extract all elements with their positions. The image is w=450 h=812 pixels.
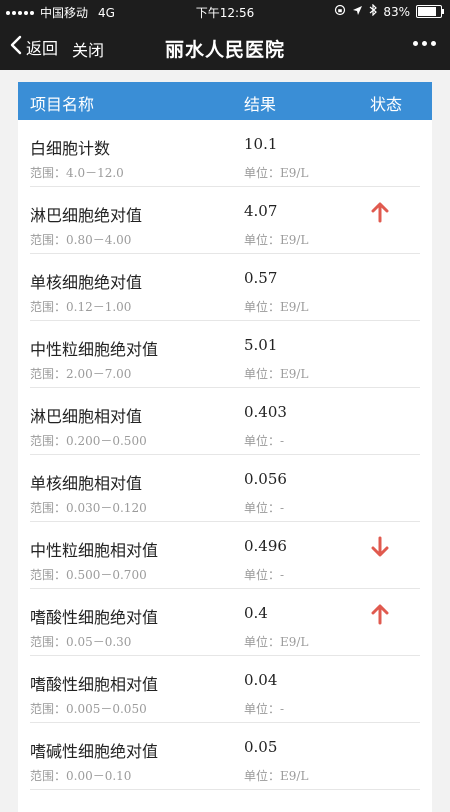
location-icon [352, 5, 363, 19]
item-range: 范围：2.00－7.00 [30, 367, 132, 381]
item-name: 嗜酸性细胞相对值 [30, 675, 159, 694]
item-name: 单核细胞绝对值 [30, 273, 143, 292]
item-name: 淋巴细胞绝对值 [30, 206, 143, 225]
item-unit: 单位：E9/L [244, 635, 309, 649]
item-unit: 单位：E9/L [244, 233, 309, 247]
table-row[interactable]: 中性粒细胞绝对值 5.01 范围：2.00－7.00 单位：E9/L [30, 321, 420, 388]
item-value: 0.403 [244, 403, 287, 421]
item-unit: 单位：E9/L [244, 166, 309, 180]
page-title: 丽水人民医院 [164, 39, 285, 61]
header-item-name: 项目名称 [30, 95, 95, 114]
table-row[interactable]: 单核细胞绝对值 0.57 范围：0.12－1.00 单位：E9/L [30, 254, 420, 321]
item-name: 白细胞计数 [30, 139, 111, 158]
item-value: 0.05 [244, 738, 278, 756]
item-value: 0.04 [244, 671, 278, 689]
item-value: 5.01 [244, 336, 278, 354]
arrow-up-icon [370, 201, 390, 223]
results-list: 白细胞计数 10.1 范围：4.0－12.0 单位：E9/L 淋巴细胞绝对值 4.07 范围… [18, 120, 432, 790]
bluetooth-icon [369, 3, 378, 19]
item-unit: 单位：- [244, 568, 285, 582]
item-name: 淋巴细胞相对值 [30, 407, 143, 426]
item-name: 中性粒细胞绝对值 [30, 340, 159, 359]
arrow-down-icon [370, 536, 390, 558]
item-range: 范围：0.12－1.00 [30, 300, 132, 314]
table-row[interactable]: 单核细胞相对值 0.056 范围：0.030－0.120 单位：- [30, 455, 420, 522]
item-unit: 单位：E9/L [244, 367, 309, 381]
item-range: 范围：4.0－12.0 [30, 166, 124, 180]
table-row[interactable]: 淋巴细胞相对值 0.403 范围：0.200－0.500 单位：- [30, 388, 420, 455]
item-value: 10.1 [244, 135, 278, 153]
item-unit: 单位：- [244, 501, 285, 515]
item-unit: 单位：- [244, 702, 285, 716]
more-dot-icon [422, 41, 427, 46]
item-unit: 单位：E9/L [244, 300, 309, 314]
more-dot-icon [431, 41, 436, 46]
table-row[interactable]: 淋巴细胞绝对值 4.07 范围：0.80－4.00 单位：E9/L [30, 187, 420, 254]
item-unit: 单位：- [244, 434, 285, 448]
item-unit: 单位：E9/L [244, 769, 309, 783]
results-card: 项目名称 结果 状态 白细胞计数 10.1 范围：4.0－12.0 单位：E9/L 淋巴… [18, 82, 432, 812]
item-value: 0.496 [244, 537, 287, 555]
item-name: 嗜碱性细胞绝对值 [30, 742, 159, 761]
arrow-up-icon [370, 603, 390, 625]
item-value: 0.056 [244, 470, 287, 488]
header-status: 状态 [370, 95, 403, 114]
item-range: 范围：0.00－0.10 [30, 769, 132, 783]
battery-percent: 83% [383, 4, 410, 19]
item-name: 嗜酸性细胞绝对值 [30, 608, 159, 627]
lock-rotation-icon [334, 4, 346, 19]
item-range: 范围：0.005－0.050 [30, 702, 147, 716]
more-options-button[interactable] [413, 41, 436, 46]
table-row[interactable]: 嗜碱性细胞绝对值 0.05 范围：0.00－0.10 单位：E9/L [30, 723, 420, 790]
item-value: 4.07 [244, 202, 278, 220]
table-row[interactable]: 中性粒细胞相对值 0.496 范围：0.500－0.700 单位：- [30, 522, 420, 589]
table-row[interactable]: 白细胞计数 10.1 范围：4.0－12.0 单位：E9/L [30, 120, 420, 187]
item-value: 0.4 [244, 604, 268, 622]
table-header: 项目名称 结果 状态 [18, 82, 432, 120]
header-result: 结果 [244, 95, 277, 114]
table-row[interactable]: 嗜酸性细胞相对值 0.04 范围：0.005－0.050 单位：- [30, 656, 420, 723]
item-range: 范围：0.030－0.120 [30, 501, 147, 515]
item-range: 范围：0.80－4.00 [30, 233, 132, 247]
item-value: 0.57 [244, 269, 278, 287]
item-range: 范围：0.500－0.700 [30, 568, 147, 582]
item-name: 中性粒细胞相对值 [30, 541, 159, 560]
item-name: 单核细胞相对值 [30, 474, 143, 493]
item-range: 范围：0.05－0.30 [30, 635, 132, 649]
status-bar-right: 83% [334, 3, 444, 19]
item-range: 范围：0.200－0.500 [30, 434, 147, 448]
status-bar: 中国移动 4G 下午12:56 83% [0, 0, 450, 24]
more-dot-icon [413, 41, 418, 46]
nav-bar: 返回 关闭 丽水人民医院 [0, 24, 450, 70]
battery-icon [416, 5, 444, 18]
table-row[interactable]: 嗜酸性细胞绝对值 0.4 范围：0.05－0.30 单位：E9/L [30, 589, 420, 656]
